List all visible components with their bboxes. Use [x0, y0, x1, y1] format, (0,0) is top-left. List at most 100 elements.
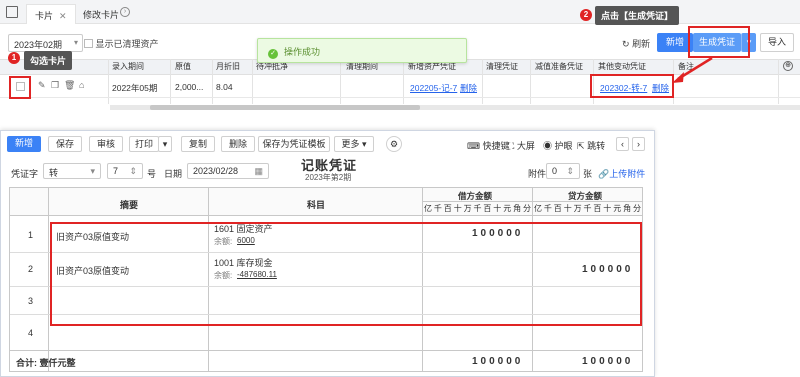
digit-header: 亿 — [424, 204, 432, 213]
save-as-template-button[interactable]: 保存为凭证模板 — [258, 136, 330, 152]
new-voucher-link[interactable]: 202205-记-7 — [410, 82, 457, 94]
fullscreen-button[interactable]: ⛶ 大屏 — [508, 139, 535, 152]
row-divider — [10, 350, 642, 351]
shortcut-button[interactable]: ⌨ 快捷键 — [467, 139, 510, 152]
attach-count-stepper[interactable]: 0 ⇕ — [546, 163, 580, 179]
digit-header: 十 — [603, 204, 612, 213]
jump-label: 跳转 — [587, 141, 606, 151]
voucher-delete-button[interactable]: 删除 — [221, 136, 255, 152]
period-value: 2023年02期 — [14, 40, 63, 50]
row-period: 2022年05期 — [112, 83, 158, 93]
prev-voucher-button[interactable]: ‹ — [616, 137, 629, 151]
refresh-button[interactable]: ↻ 刷新 — [622, 37, 650, 50]
digit-header: 十 — [563, 204, 572, 213]
digit-header: 角 — [623, 204, 632, 213]
voucher-audit-button[interactable]: 审核 — [89, 136, 123, 152]
voucher-date-field[interactable]: 2023/02/28 ▦ — [187, 163, 269, 179]
voucher-copy-button[interactable]: 复制 — [181, 136, 215, 152]
fullscreen-icon: ⛶ — [508, 141, 515, 151]
jump-icon: ⇱ — [577, 141, 585, 151]
voucher-word-value: 转 — [49, 168, 59, 178]
keyboard-icon: ⌨ — [467, 141, 480, 151]
step1-badge: 1 — [8, 52, 20, 64]
voucher-save-button[interactable]: 保存 — [48, 136, 82, 152]
refresh-label: 刷新 — [632, 39, 651, 49]
digit-header: 元 — [613, 204, 622, 213]
tab-edit-card-label: 修改卡片 — [83, 10, 120, 20]
entry-no: 3 — [28, 296, 34, 306]
digit-header: 千 — [583, 204, 592, 213]
total-debit: 100000 — [472, 356, 524, 367]
chevron-down-icon: ▾ — [73, 38, 78, 47]
col-header-account: 科目 — [307, 200, 326, 210]
close-icon[interactable]: ✕ — [59, 11, 67, 21]
copy-icon[interactable]: ❐ — [51, 80, 59, 91]
stepper-icon: ⇕ — [566, 166, 574, 176]
toast-message: 操作成功 — [284, 47, 321, 57]
tab-edit-card[interactable]: 修改卡片 — [75, 4, 127, 24]
voucher-print-button[interactable]: 打印 — [129, 136, 159, 152]
digit-header: 十 — [493, 204, 502, 213]
tab-bar: 卡片 ✕ 修改卡片 › — [0, 0, 800, 24]
col-header-period: 录入期间 — [112, 62, 144, 71]
attach-unit: 张 — [583, 169, 593, 179]
fullscreen-label: 大屏 — [516, 141, 535, 151]
voucher-more-button[interactable]: 更多 ▾ — [334, 136, 374, 152]
upload-label: 上传附件 — [609, 169, 646, 179]
show-cleared-toggle[interactable]: 显示已清理资产 — [84, 37, 159, 50]
col-header-original: 原值 — [175, 62, 191, 71]
period-select[interactable]: 2023年02期 ▾ — [8, 34, 83, 52]
refresh-icon: ↻ — [622, 39, 630, 49]
highlight-box-voucher — [590, 74, 674, 98]
voucher-table: 摘要 科目 借方金额 贷方金额 亿千百十万千百十元角分 亿千百十万千百十元角分 … — [9, 187, 643, 372]
total-label: 合计: 壹仟元整 — [16, 358, 76, 368]
highlight-box-checkbox — [9, 76, 31, 99]
digit-header: 万 — [463, 204, 472, 213]
highlight-box-generate — [688, 26, 750, 58]
col-divider — [48, 188, 49, 371]
delete-icon[interactable]: 🗑 — [64, 80, 75, 91]
digit-header: 十 — [453, 204, 462, 213]
eye-protect-label: 护眼 — [554, 141, 573, 151]
next-voucher-button[interactable]: › — [632, 137, 645, 151]
entry-no: 2 — [28, 264, 34, 274]
show-cleared-checkbox[interactable] — [84, 39, 93, 48]
voucher-number-stepper[interactable]: 7 ⇕ — [107, 163, 143, 179]
voucher-number-value: 7 — [113, 166, 119, 176]
more-label: 更多 — [341, 139, 360, 149]
chevron-down-icon[interactable]: ▾ — [158, 136, 172, 152]
attach-count-value: 0 — [552, 166, 558, 176]
voucher-date-value: 2023/02/28 — [193, 166, 239, 176]
eye-protect-button[interactable]: ◉ 护眼 — [543, 139, 573, 152]
archive-icon[interactable]: ⌂ — [79, 80, 84, 90]
tab-card[interactable]: 卡片 ✕ — [26, 4, 76, 24]
voucher-word-label: 凭证字 — [11, 169, 39, 179]
digit-header: 分 — [633, 204, 641, 213]
voucher-add-button[interactable]: 新增 — [7, 136, 41, 152]
new-voucher-delete-link[interactable]: 删除 — [460, 82, 477, 94]
home-icon[interactable] — [6, 6, 18, 18]
col-header-monthly-dep: 月折旧 — [216, 62, 240, 71]
col-header-impair-voucher: 减值准备凭证 — [535, 62, 583, 71]
digit-header: 百 — [483, 204, 492, 213]
calendar-icon: ▦ — [254, 166, 263, 176]
success-toast: ✓ 操作成功 — [257, 38, 467, 63]
total-credit: 100000 — [582, 356, 634, 367]
more-tabs-icon[interactable]: › — [120, 7, 130, 17]
settings-icon[interactable]: ⚙ — [386, 136, 402, 152]
upload-attachment-link[interactable]: 🔗上传附件 — [598, 167, 645, 180]
settings-icon[interactable]: ⊕ — [783, 61, 793, 71]
asset-card-window: 卡片 ✕ 修改卡片 › 2023年02期 ▾ 显示已清理资产 ↻ 刷新 新增 生成… — [0, 0, 800, 130]
scrollbar-thumb[interactable] — [150, 105, 420, 110]
show-cleared-label: 显示已清理资产 — [95, 39, 159, 49]
voucher-word-select[interactable]: 转 ▾ — [43, 163, 101, 179]
digit-header: 百 — [553, 204, 562, 213]
jump-button[interactable]: ⇱ 跳转 — [577, 139, 605, 152]
entry-no: 1 — [28, 230, 34, 240]
eye-icon: ◉ — [543, 141, 553, 151]
digit-header: 万 — [573, 204, 582, 213]
voucher-date-label: 日期 — [164, 169, 183, 179]
edit-icon[interactable]: ✎ — [38, 80, 46, 91]
digit-header: 千 — [433, 204, 442, 213]
import-button[interactable]: 导入 — [760, 33, 794, 52]
